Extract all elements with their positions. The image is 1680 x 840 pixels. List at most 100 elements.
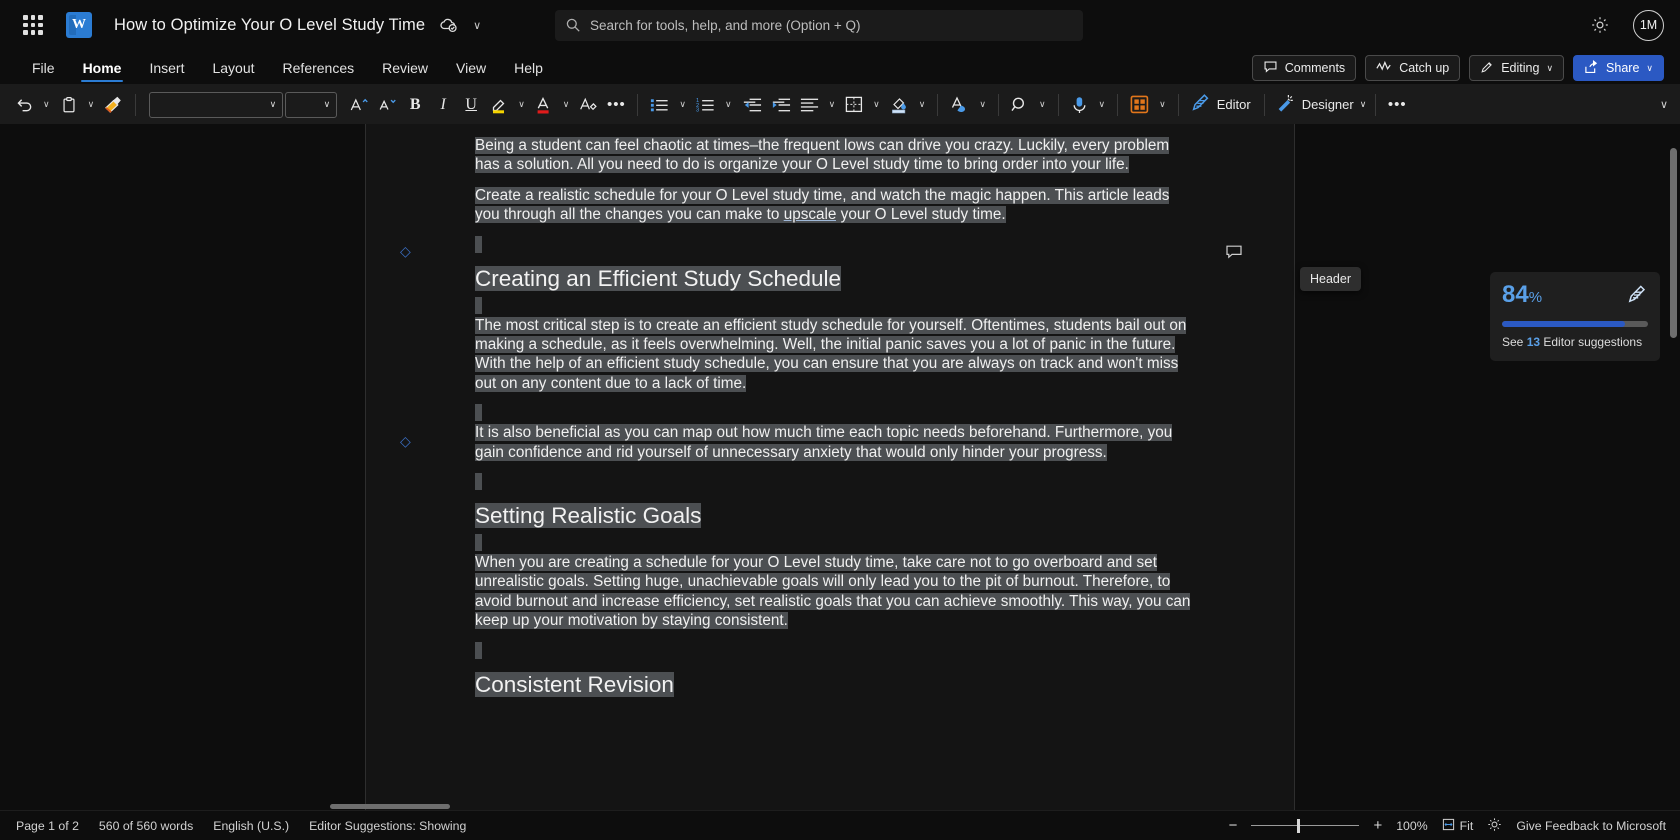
- zoom-in-button[interactable]: +: [1373, 818, 1382, 833]
- increase-indent-icon[interactable]: [766, 90, 795, 120]
- document-area[interactable]: Being a student can feel chaotic at time…: [0, 124, 1680, 810]
- editor-button[interactable]: Editor: [1186, 90, 1257, 120]
- page-count[interactable]: Page 1 of 2: [16, 819, 79, 833]
- borders-icon[interactable]: [840, 90, 868, 120]
- search-input[interactable]: Search for tools, help, and more (Option…: [555, 10, 1083, 41]
- brightness-icon[interactable]: [1487, 817, 1502, 835]
- decrease-indent-icon[interactable]: [737, 90, 766, 120]
- editor-suggestions-link[interactable]: See 13 Editor suggestions: [1502, 335, 1648, 349]
- vertical-scrollbar-thumb[interactable]: [1670, 148, 1677, 338]
- font-name-select[interactable]: ∨: [149, 92, 283, 118]
- heading[interactable]: Setting Realistic Goals: [475, 502, 1195, 530]
- cloud-saved-icon[interactable]: [439, 15, 459, 35]
- heading[interactable]: Consistent Revision: [475, 671, 1195, 699]
- document-content[interactable]: Being a student can feel chaotic at time…: [475, 136, 1195, 703]
- dictate-icon[interactable]: [1066, 90, 1094, 120]
- grow-font-icon[interactable]: [345, 90, 373, 120]
- tab-insert[interactable]: Insert: [135, 56, 198, 84]
- editing-mode-button[interactable]: Editing ∨: [1469, 55, 1564, 81]
- align-left-icon[interactable]: [795, 90, 824, 120]
- language[interactable]: English (U.S.): [213, 819, 289, 833]
- underline-button[interactable]: U: [457, 90, 485, 120]
- editor-score-card[interactable]: 84% See 13 Editor suggestions: [1490, 272, 1660, 361]
- zoom-slider[interactable]: [1251, 819, 1359, 833]
- paragraph[interactable]: The most critical step is to create an e…: [475, 316, 1195, 394]
- horizontal-scrollbar[interactable]: [0, 803, 1680, 810]
- numbering-icon[interactable]: 1 2 3: [691, 90, 720, 120]
- dictate-caret-icon[interactable]: ∨: [1094, 90, 1111, 120]
- text-highlight-icon[interactable]: [485, 90, 513, 120]
- blank-line[interactable]: [475, 236, 1195, 255]
- tab-home[interactable]: Home: [69, 56, 136, 84]
- blank-line[interactable]: [475, 642, 1195, 661]
- blank-line[interactable]: [475, 473, 1195, 492]
- font-color-caret-icon[interactable]: ∨: [558, 90, 575, 120]
- fit-button[interactable]: Fit: [1442, 818, 1474, 834]
- undo-icon[interactable]: [10, 90, 38, 120]
- bullets-icon[interactable]: [645, 90, 674, 120]
- editor-suggestions-status[interactable]: Editor Suggestions: Showing: [309, 819, 466, 833]
- find-caret-icon[interactable]: ∨: [1034, 90, 1051, 120]
- blank-line[interactable]: [475, 534, 1195, 553]
- paragraph[interactable]: Being a student can feel chaotic at time…: [475, 136, 1195, 175]
- heading[interactable]: Creating an Efficient Study Schedule: [475, 265, 1195, 293]
- add-ins-caret-icon[interactable]: ∨: [1154, 90, 1171, 120]
- avatar[interactable]: 1M: [1633, 10, 1664, 41]
- zoom-slider-handle[interactable]: [1297, 819, 1300, 833]
- tab-review[interactable]: Review: [368, 56, 442, 84]
- font-size-select[interactable]: ∨: [285, 92, 337, 118]
- borders-caret-icon[interactable]: ∨: [868, 90, 885, 120]
- app-launcher-icon[interactable]: [18, 10, 48, 40]
- shrink-font-icon[interactable]: [373, 90, 401, 120]
- add-ins-icon[interactable]: [1125, 90, 1154, 120]
- paragraph[interactable]: When you are creating a schedule for you…: [475, 553, 1195, 631]
- catch-up-button[interactable]: Catch up: [1365, 55, 1460, 81]
- italic-button[interactable]: I: [429, 90, 457, 120]
- editor-pen-icon[interactable]: [1626, 283, 1648, 310]
- styles-caret-icon[interactable]: ∨: [974, 90, 991, 120]
- gear-icon[interactable]: [1589, 14, 1611, 36]
- blank-line[interactable]: [475, 297, 1195, 316]
- title-menu-chevron-icon[interactable]: ∨: [473, 19, 481, 32]
- clear-formatting-icon[interactable]: [574, 90, 602, 120]
- tab-view[interactable]: View: [442, 56, 500, 84]
- more-commands-button[interactable]: •••: [1383, 90, 1411, 120]
- numbering-caret-icon[interactable]: ∨: [720, 90, 737, 120]
- bullets-caret-icon[interactable]: ∨: [674, 90, 691, 120]
- share-button[interactable]: Share ∨: [1573, 55, 1664, 81]
- upscale-link[interactable]: upscale: [784, 206, 837, 223]
- align-caret-icon[interactable]: ∨: [824, 90, 841, 120]
- highlight-caret-icon[interactable]: ∨: [513, 90, 530, 120]
- comment-bubble-icon[interactable]: [1225, 244, 1243, 265]
- paste-icon[interactable]: [55, 90, 83, 120]
- zoom-level[interactable]: 100%: [1396, 819, 1427, 833]
- tab-layout[interactable]: Layout: [198, 56, 268, 84]
- tab-references[interactable]: References: [269, 56, 369, 84]
- tab-file[interactable]: File: [18, 56, 69, 84]
- blank-line[interactable]: [475, 404, 1195, 423]
- document-title[interactable]: How to Optimize Your O Level Study Time: [114, 16, 425, 35]
- shading-caret-icon[interactable]: ∨: [914, 90, 931, 120]
- styles-icon[interactable]: [945, 90, 974, 120]
- zoom-out-button[interactable]: −: [1229, 818, 1238, 833]
- designer-button[interactable]: Designer ∨: [1272, 90, 1369, 120]
- paste-caret-icon[interactable]: ∨: [83, 90, 100, 120]
- revision-marker-icon[interactable]: ◇: [400, 434, 414, 448]
- feedback-link[interactable]: Give Feedback to Microsoft: [1516, 819, 1666, 833]
- word-count[interactable]: 560 of 560 words: [99, 819, 193, 833]
- comments-button[interactable]: Comments: [1252, 55, 1356, 81]
- format-painter-icon[interactable]: [99, 90, 128, 120]
- collapse-ribbon-icon[interactable]: ∨: [1660, 98, 1668, 111]
- undo-caret-icon[interactable]: ∨: [38, 90, 55, 120]
- font-color-icon[interactable]: [530, 90, 558, 120]
- paragraph[interactable]: It is also beneficial as you can map out…: [475, 423, 1195, 462]
- revision-marker-icon[interactable]: ◇: [400, 244, 414, 258]
- find-icon[interactable]: [1006, 90, 1034, 120]
- vertical-scrollbar[interactable]: [1670, 130, 1677, 804]
- bold-button[interactable]: B: [401, 90, 429, 120]
- tab-help[interactable]: Help: [500, 56, 557, 84]
- more-font-options-button[interactable]: •••: [602, 90, 630, 120]
- shading-icon[interactable]: [885, 90, 914, 120]
- horizontal-scrollbar-thumb[interactable]: [330, 804, 450, 809]
- word-app-icon[interactable]: W: [66, 12, 92, 38]
